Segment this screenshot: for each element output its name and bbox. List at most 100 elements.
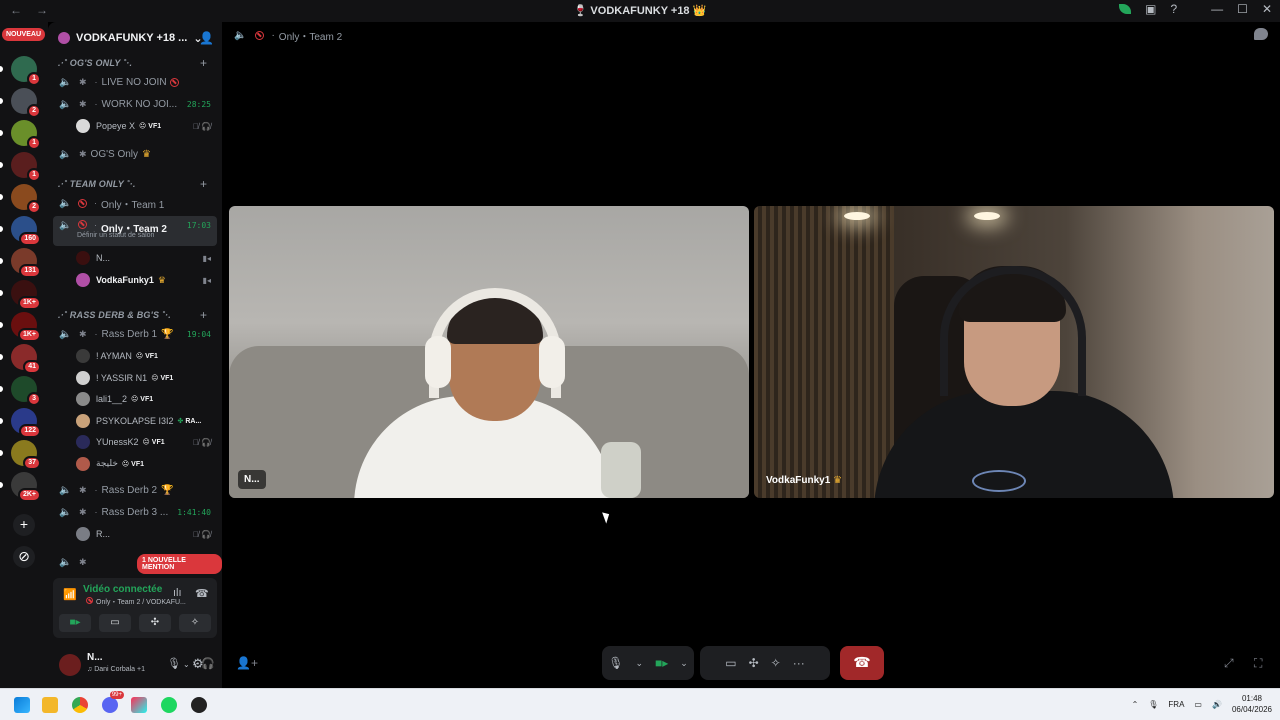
channel-rass-derb1[interactable]: 🔈 ✱ · Rass Derb 1 🏆 19:04	[53, 324, 217, 344]
chevron-down-icon[interactable]: ⌄	[635, 658, 643, 669]
chat-bubble-icon[interactable]	[1254, 28, 1268, 40]
server-icon[interactable]: 2	[11, 88, 41, 118]
my-name[interactable]: N...	[87, 652, 103, 663]
more-icon[interactable]: ···	[793, 656, 805, 670]
add-member-icon[interactable]: 👤	[199, 31, 214, 45]
noise-suppression-icon[interactable]: ılı	[173, 587, 182, 599]
discord-icon[interactable]: 99+	[102, 691, 124, 713]
camera-icon[interactable]: ■▸	[655, 656, 668, 670]
file-explorer-icon[interactable]	[42, 697, 58, 713]
voice-user-popeye[interactable]: Popeye X 😐 VF1 🎙̸ 🎧̸	[76, 116, 217, 136]
new-mention-badge[interactable]: 1 NOUVELLE MENTION	[137, 554, 222, 574]
channel-rass-derb3[interactable]: 🔈 ✱ · Rass Derb 3 ... 1:41:40	[53, 502, 217, 522]
channel-rass-derb2[interactable]: 🔈 ✱ · Rass Derb 2 🏆	[53, 480, 217, 500]
my-avatar[interactable]	[59, 654, 81, 676]
new-badge[interactable]: NOUVEAU	[2, 28, 46, 41]
server-icon[interactable]: 3	[11, 376, 41, 406]
microphone-icon[interactable]: 🎙	[608, 656, 623, 670]
server-icon[interactable]: 160	[11, 216, 41, 246]
server-icon[interactable]: 131	[11, 248, 41, 278]
leave-call-button[interactable]: ☎	[840, 646, 884, 680]
unread-pill	[0, 482, 3, 488]
maximize-button[interactable]: ☐	[1237, 2, 1248, 16]
guild-header[interactable]: VODKAFUNKY +18 ... ⌄ 👤	[48, 22, 222, 54]
obs-icon[interactable]	[191, 697, 207, 713]
spotify-icon[interactable]	[161, 697, 177, 713]
create-channel-icon[interactable]: +	[200, 308, 207, 322]
disconnect-icon[interactable]: ☎	[195, 587, 209, 600]
channel-status-hint[interactable]: Définir un statut de salon	[77, 232, 154, 239]
voice-channel-path[interactable]: Only・Team 2 / VODKAFU...	[83, 597, 186, 607]
microphone-icon[interactable]: 🎙	[167, 657, 181, 670]
voice-user-ayman[interactable]: ! AYMAN 😐 VF1	[76, 346, 217, 366]
explore-button[interactable]: ⊘	[13, 546, 35, 568]
volume-icon[interactable]: 🔊	[1212, 700, 1222, 709]
screen-share-button[interactable]: ▭	[99, 614, 131, 632]
category-rass-derb[interactable]: .·˚ RASS DERB & BG'S ˚·. +	[58, 308, 207, 322]
signal-icon[interactable]: 📶	[63, 588, 77, 601]
chevron-up-icon[interactable]: ⌃	[1132, 700, 1139, 709]
windows-start-icon[interactable]	[14, 697, 30, 713]
channel-live-no-join[interactable]: 🔈 ✱ · LIVE NO JOIN	[53, 72, 217, 92]
server-icon[interactable]: 1	[11, 56, 41, 86]
minimize-button[interactable]: —	[1211, 2, 1223, 16]
category-team-only[interactable]: .·˚ TEAM ONLY ˚·. +	[58, 177, 207, 191]
close-button[interactable]: ✕	[1262, 2, 1272, 16]
capcut-icon[interactable]	[131, 697, 147, 713]
server-icon[interactable]: 1	[11, 152, 41, 182]
activities-icon[interactable]: ✣	[749, 656, 759, 670]
language-indicator[interactable]: FRA	[1168, 700, 1184, 709]
system-tray: ⌃ 🎙 FRA ▭ 🔊 01:48 06/04/2026	[1132, 693, 1272, 715]
voice-user-yassir[interactable]: ! YASSIR N1 😐 VF1	[76, 368, 217, 388]
soundboard-button[interactable]: ✧	[179, 614, 211, 632]
ceiling-light	[844, 212, 870, 220]
activities-button[interactable]: ✣	[139, 614, 171, 632]
voice-user-arabic[interactable]: خليجة 😐 VF1	[76, 454, 217, 474]
microphone-tray-icon[interactable]: 🎙	[1148, 700, 1158, 709]
server-icon[interactable]: 41	[11, 344, 41, 374]
help-icon[interactable]: ?	[1170, 2, 1177, 16]
invite-to-voice-icon[interactable]: 👤+	[236, 656, 258, 670]
inbox-icon[interactable]: ▣	[1145, 2, 1156, 16]
server-icon[interactable]: 2K+	[11, 472, 41, 502]
server-icon[interactable]: 1K+	[11, 312, 41, 342]
ceiling-light	[974, 212, 1000, 220]
fullscreen-icon[interactable]: ⛶	[1254, 656, 1262, 671]
network-icon[interactable]: ▭	[1194, 700, 1202, 709]
category-ogs-only[interactable]: .·˚ OG'S ONLY ˚·. +	[58, 56, 207, 70]
camera-button[interactable]: ■▸	[59, 614, 91, 632]
chevron-down-icon[interactable]: ⌄	[183, 660, 190, 669]
voice-status[interactable]: Vidéo connectée	[83, 584, 162, 595]
video-tile-n[interactable]: N...	[229, 206, 749, 498]
voice-user-lali[interactable]: lali1__2 😐 VF1	[76, 389, 217, 409]
nitro-leaf-icon[interactable]	[1119, 4, 1132, 14]
voice-user-younessk2[interactable]: YUnessK2 😐 VF1 🎙̸ 🎧̸	[76, 432, 217, 452]
create-channel-icon[interactable]: +	[200, 177, 207, 191]
server-icon[interactable]: 1	[11, 120, 41, 150]
voice-user-r[interactable]: R... 🎙̸ 🎧̸	[76, 524, 217, 544]
channel-hidden[interactable]: 🔈 ✱	[53, 552, 87, 572]
chevron-down-icon[interactable]: ⌄	[680, 658, 688, 669]
server-icon[interactable]: 1K+	[11, 280, 41, 310]
server-icon[interactable]: 2	[11, 184, 41, 214]
settings-gear-icon[interactable]: ⚙	[192, 656, 204, 672]
channel-work-no-join[interactable]: 🔈 ✱ · WORK NO JOI... 28:25	[53, 94, 217, 114]
screen-share-icon[interactable]: ▭	[725, 656, 736, 670]
voice-user-vodka[interactable]: VodkaFunky1 ♛ ▮◂	[76, 270, 217, 290]
create-channel-icon[interactable]: +	[200, 56, 207, 70]
channel-only-team1[interactable]: 🔈 · Only・Team 1	[53, 193, 217, 213]
add-server-button[interactable]: +	[13, 514, 35, 536]
server-icon[interactable]: 37	[11, 440, 41, 470]
server-unread-badge: 3	[27, 392, 41, 406]
channel-ogs-only[interactable]: 🔈 ✱ OG'S Only ♛	[53, 144, 217, 164]
clock[interactable]: 01:48 06/04/2026	[1232, 693, 1272, 715]
voice-user-n[interactable]: N... ▮◂	[76, 248, 217, 268]
server-icon[interactable]: 122	[11, 408, 41, 438]
server-unread-badge: 1	[27, 72, 41, 86]
chrome-icon[interactable]	[72, 697, 88, 713]
channel-only-team2[interactable]: 🔈 · Only・Team 2 17:03 Définir un statut d…	[53, 216, 217, 246]
soundboard-icon[interactable]: ✧	[771, 656, 781, 670]
popout-icon[interactable]: ⤢	[1224, 656, 1234, 671]
video-tile-vodkafunky[interactable]: VodkaFunky1 ♛	[754, 206, 1274, 498]
voice-user-psyko[interactable]: PSYKOLAPSE I3I2 ✤ RA...	[76, 411, 217, 431]
